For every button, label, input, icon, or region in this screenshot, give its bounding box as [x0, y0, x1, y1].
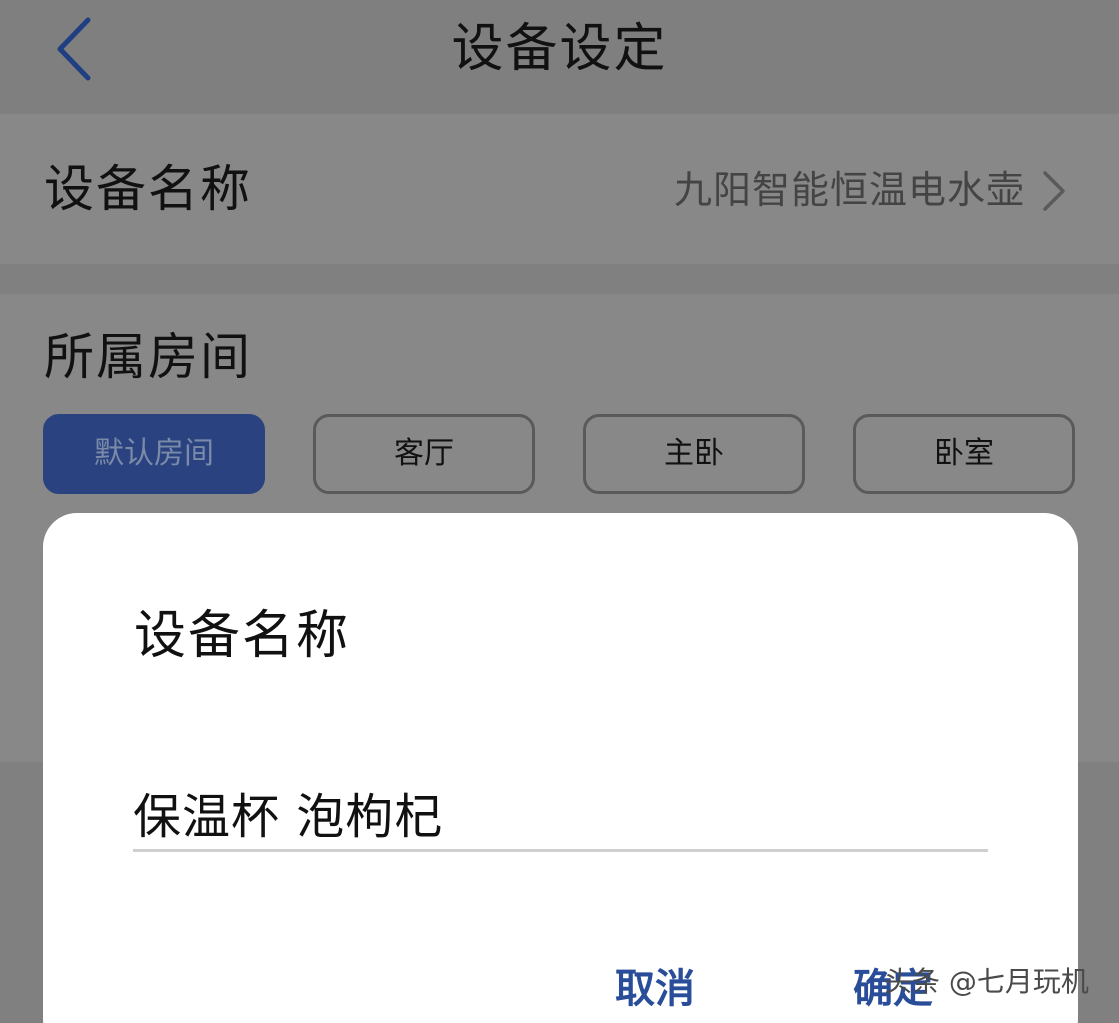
rename-dialog: 设备名称 取消 确定	[43, 513, 1078, 1023]
room-chip-master-bedroom[interactable]: 主卧	[583, 414, 805, 494]
watermark: 头条 @七月玩机	[884, 965, 1089, 998]
device-name-row[interactable]: 设备名称 九阳智能恒温电水壶	[0, 114, 1119, 264]
room-section-label: 所属房间	[44, 328, 252, 386]
room-chip-default[interactable]: 默认房间	[43, 414, 265, 494]
device-name-input[interactable]	[133, 775, 988, 852]
page-title: 设备设定	[451, 19, 668, 79]
dialog-title: 设备名称	[134, 606, 351, 666]
chevron-right-icon	[1043, 171, 1065, 211]
device-name-value: 九阳智能恒温电水壶	[673, 168, 1025, 212]
cancel-button[interactable]: 取消	[615, 959, 695, 1019]
room-chip-living-room[interactable]: 客厅	[313, 414, 535, 494]
header-bar: 设备设定	[0, 0, 1119, 113]
device-name-label: 设备名称	[44, 160, 252, 218]
room-chip-bedroom[interactable]: 卧室	[853, 414, 1075, 494]
